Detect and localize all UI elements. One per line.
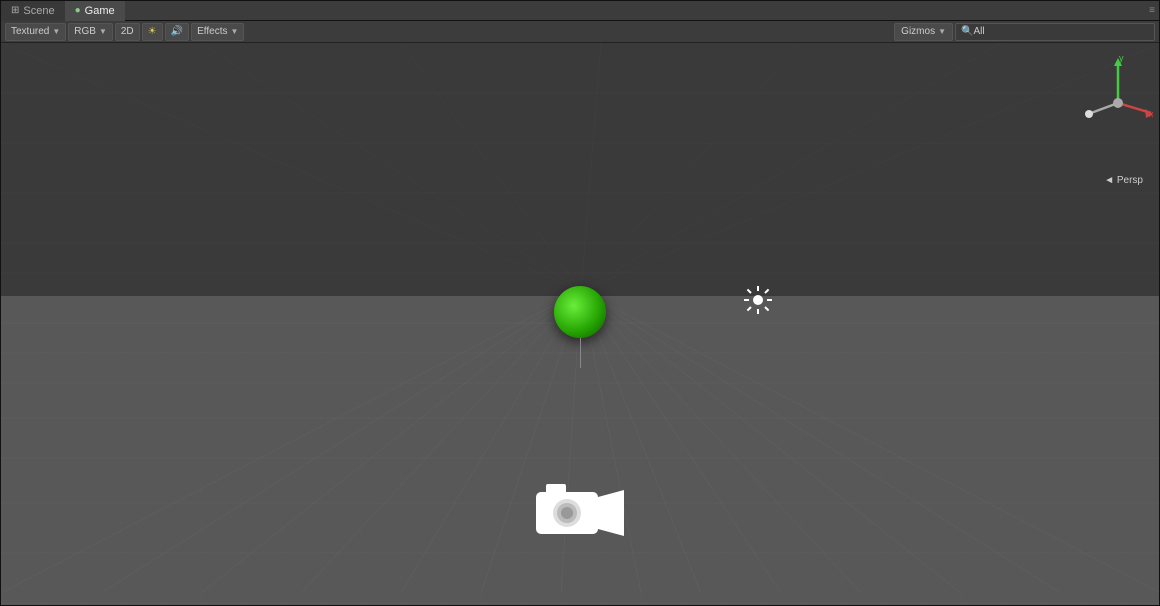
editor-window: ⊞ Scene ● Game ≡ Textured ▼ RGB ▼ 2D ☀ 🔊…: [0, 0, 1160, 606]
tab-scene[interactable]: ⊞ Scene: [1, 1, 65, 21]
lighting-toggle[interactable]: ☀: [142, 23, 163, 41]
sphere-stem: [580, 338, 581, 368]
search-icon: 🔍: [961, 26, 973, 37]
scene-tab-icon: ⊞: [11, 5, 19, 16]
gizmos-label: Gizmos: [901, 26, 935, 37]
sun-light-icon[interactable]: [743, 285, 773, 321]
rgb-dropdown[interactable]: RGB ▼: [68, 23, 113, 41]
textured-dropdown[interactable]: Textured ▼: [5, 23, 66, 41]
camera-object[interactable]: [536, 482, 624, 545]
gizmos-dropdown-arrow: ▼: [938, 27, 946, 36]
rgb-dropdown-arrow: ▼: [99, 27, 107, 36]
audio-icon: 🔊: [171, 26, 183, 37]
lighting-icon: ☀: [148, 26, 157, 37]
svg-text:y: y: [1119, 53, 1124, 63]
persp-label: ◄ Persp: [1104, 175, 1143, 186]
effects-dropdown[interactable]: Effects ▼: [191, 23, 244, 41]
tab-collapse-icon[interactable]: ≡: [1149, 5, 1155, 16]
effects-dropdown-arrow: ▼: [230, 27, 238, 36]
gizmos-button[interactable]: Gizmos ▼: [894, 23, 953, 41]
tab-bar: ⊞ Scene ● Game ≡: [1, 1, 1159, 21]
tab-game[interactable]: ● Game: [65, 1, 125, 21]
game-tab-label: Game: [85, 5, 115, 17]
search-box[interactable]: 🔍: [955, 23, 1155, 41]
axis-gizmo[interactable]: y x: [1083, 53, 1143, 133]
sphere-object[interactable]: [554, 286, 606, 338]
effects-label: Effects: [197, 26, 227, 37]
mode-2d-toggle[interactable]: 2D: [115, 23, 140, 41]
textured-label: Textured: [11, 26, 49, 37]
mode-2d-label: 2D: [121, 26, 134, 37]
search-input[interactable]: [973, 26, 1149, 37]
game-tab-icon: ●: [75, 5, 81, 16]
svg-text:x: x: [1149, 109, 1153, 119]
audio-toggle[interactable]: 🔊: [165, 23, 189, 41]
viewport[interactable]: y x ◄ Persp: [1, 43, 1159, 605]
rgb-label: RGB: [74, 26, 96, 37]
toolbar: Textured ▼ RGB ▼ 2D ☀ 🔊 Effects ▼ Gizmos…: [1, 21, 1159, 43]
textured-dropdown-arrow: ▼: [52, 27, 60, 36]
scene-tab-label: Scene: [23, 5, 54, 17]
